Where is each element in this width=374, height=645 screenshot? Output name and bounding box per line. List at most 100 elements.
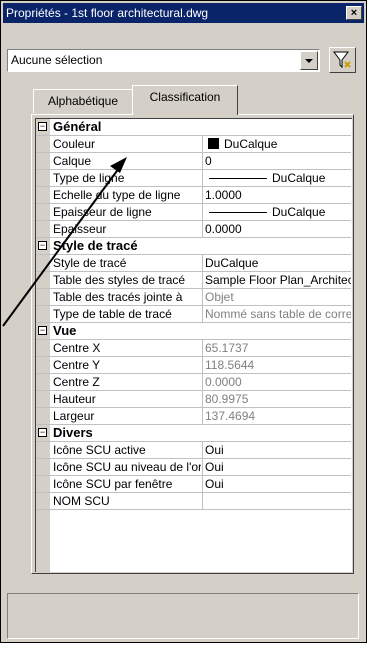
property-value[interactable]: Sample Floor Plan_Architecture [202,272,351,288]
property-value[interactable]: DuCalque [202,170,351,186]
property-name: Centre Y [53,358,101,372]
category-value-cell [202,238,351,254]
property-name: Style de tracé [53,256,127,270]
title-bar[interactable]: Propriétés - 1st floor architectural.dwg… [3,3,364,23]
property-name: Table des styles de tracé [53,273,186,287]
linetype-preview-icon [209,178,267,179]
property-value[interactable]: Oui [202,442,351,458]
property-row[interactable]: Table des styles de tracé Sample Floor Pl… [36,272,351,289]
property-value-text: DuCalque [272,171,326,185]
property-row[interactable]: NOM SCU [36,493,351,510]
property-value[interactable]: 80.9975 [202,391,351,407]
quick-select-filter-icon [333,51,351,69]
property-name: Epaisseur de ligne [53,205,152,219]
property-value-text: Nommé sans table de correspondance [205,307,351,321]
property-row[interactable]: Icône SCU active Oui [36,442,351,459]
property-row[interactable]: Centre X 65.1737 [36,340,351,357]
property-value[interactable]: 0.0000 [202,374,351,390]
property-value[interactable]: DuCalque [202,255,351,271]
property-value-text: Oui [205,443,224,457]
property-value-text: 0 [205,154,212,168]
property-value[interactable]: 137.4694 [202,408,351,424]
category-value-cell [202,119,351,135]
property-value-text: DuCalque [205,256,259,270]
property-value[interactable]: 0 [202,153,351,169]
property-value-text: 0.0000 [205,222,242,236]
property-row[interactable]: Icône SCU au niveau de l'origine Oui [36,459,351,476]
property-value-text: 0.0000 [205,375,242,389]
property-row[interactable]: Couleur DuCalque [36,136,351,153]
property-value-text: 137.4694 [205,409,256,423]
property-value[interactable]: 1.0000 [202,187,351,203]
property-row[interactable]: Calque 0 [36,153,351,170]
category-row[interactable]: − Style de tracé [36,238,351,255]
category-value-cell [202,323,351,339]
category-label: Style de tracé [53,238,138,253]
category-row[interactable]: − Général [36,119,351,136]
property-name: Type de table de tracé [53,307,172,321]
property-value-text: 65.1737 [205,341,249,355]
minus-box-icon[interactable]: − [38,326,47,335]
property-name: Table des tracés jointe à [53,290,183,304]
property-value-text: DuCalque [224,137,278,151]
property-row[interactable]: Style de tracé DuCalque [36,255,351,272]
property-row[interactable]: Type de ligne DuCalque [36,170,351,187]
property-value-text: Oui [205,477,224,491]
property-name: NOM SCU [53,494,110,508]
selection-dropdown[interactable]: Aucune sélection [7,49,320,72]
property-value-text: 1.0000 [205,188,242,202]
category-row[interactable]: − Vue [36,323,351,340]
property-row[interactable]: Icône SCU par fenêtre Oui [36,476,351,493]
property-value[interactable] [202,493,351,509]
linetype-preview-icon [209,212,267,213]
property-row[interactable]: Echelle du type de ligne 1.0000 [36,187,351,204]
property-grid: − Général Couleur DuCalque Calque 0 Type de li… [35,118,352,572]
category-row[interactable]: − Divers [36,425,351,442]
property-name: Icône SCU au niveau de l'origine [53,460,201,474]
property-row[interactable]: Hauteur 80.9975 [36,391,351,408]
property-row[interactable]: Type de table de tracé Nommé sans table d… [36,306,351,323]
property-value-text: Sample Floor Plan_Architecture [205,273,351,287]
selection-value: Aucune sélection [11,53,103,67]
color-swatch-icon [208,138,219,149]
category-label: Général [53,119,102,134]
property-row[interactable]: Epaisseur 0.0000 [36,221,351,238]
property-row[interactable]: Centre Y 118.5644 [36,357,351,374]
description-area [7,593,359,639]
property-value[interactable]: Oui [202,476,351,492]
property-row[interactable]: Largeur 137.4694 [36,408,351,425]
property-value[interactable]: 65.1737 [202,340,351,356]
property-value-text: 80.9975 [205,392,249,406]
property-row[interactable]: Epaisseur de ligne DuCalque [36,204,351,221]
property-value[interactable]: DuCalque [202,204,351,220]
property-value-text: Objet [205,290,234,304]
property-name: Epaisseur [53,222,107,236]
minus-box-icon[interactable]: − [38,122,47,131]
property-name: Icône SCU par fenêtre [53,477,173,491]
chevron-down-icon[interactable] [300,51,318,70]
property-name: Centre X [53,341,101,355]
property-value[interactable]: 118.5644 [202,357,351,373]
properties-window: Propriétés - 1st floor architectural.dwg… [0,0,367,643]
property-value[interactable]: Nommé sans table de correspondance [202,306,351,322]
property-row[interactable]: Centre Z 0.0000 [36,374,351,391]
property-name: Calque [53,154,92,168]
property-value[interactable]: Objet [202,289,351,305]
window-title: Propriétés - 1st floor architectural.dwg [6,6,209,20]
close-button[interactable]: × [346,6,362,20]
property-value[interactable]: DuCalque [202,136,351,152]
property-value[interactable]: 0.0000 [202,221,351,237]
property-name: Echelle du type de ligne [53,188,181,202]
property-value[interactable]: Oui [202,459,351,475]
property-name: Type de ligne [53,171,125,185]
property-value-text: DuCalque [272,205,326,219]
property-value-text: 118.5644 [205,358,255,372]
property-value-text: Oui [205,460,224,474]
tab-classification[interactable]: Classification [132,85,238,115]
minus-box-icon[interactable]: − [38,428,47,437]
property-row[interactable]: Table des tracés jointe à Objet [36,289,351,306]
quick-select-button[interactable] [329,47,356,73]
minus-box-icon[interactable]: − [38,241,47,250]
property-name: Couleur [53,137,96,151]
tab-alphabetique[interactable]: Alphabétique [33,89,133,113]
